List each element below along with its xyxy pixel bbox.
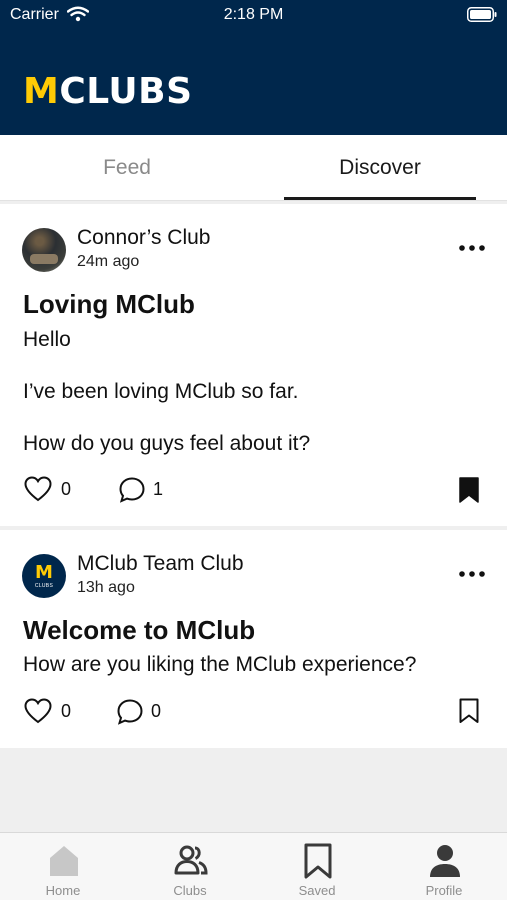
post-body-line: How do you guys feel about it? [23, 432, 311, 455]
app-logo: MCLUBS [23, 74, 193, 110]
logo-m: M [23, 71, 60, 112]
person-icon [430, 845, 460, 877]
nav-profile[interactable]: Profile [394, 833, 494, 900]
bottom-tab-bar: Home Clubs Saved Profile [0, 832, 507, 900]
heart-icon [24, 476, 52, 502]
tab-discover[interactable]: Discover [284, 135, 476, 201]
active-tab-indicator [284, 197, 476, 200]
post-title: Welcome to MClub [23, 615, 256, 645]
battery-icon [467, 7, 497, 22]
comment-button[interactable]: 0 [116, 698, 166, 726]
avatar-logo-text: CLUBS [34, 583, 54, 589]
post-card: M CLUBS MClub Team Club 13h ago Welcome … [0, 530, 507, 748]
comment-icon [119, 477, 145, 503]
comment-count: 0 [151, 701, 162, 721]
heart-icon [24, 698, 52, 724]
post-title: Loving MClub [23, 289, 195, 319]
bookmark-icon [304, 843, 332, 879]
like-button[interactable]: 0 [24, 698, 76, 726]
club-name[interactable]: MClub Team Club [77, 552, 244, 576]
like-count: 0 [61, 479, 72, 499]
home-icon [50, 846, 78, 876]
people-icon [174, 845, 208, 875]
club-name[interactable]: Connor’s Club [77, 226, 210, 250]
comment-count: 1 [153, 479, 164, 499]
nav-clubs[interactable]: Clubs [140, 833, 240, 900]
bookmark-filled-icon[interactable] [459, 477, 479, 503]
post-time: 24m ago [77, 253, 140, 270]
nav-clubs-label: Clubs [173, 883, 207, 898]
nav-home-label: Home [45, 883, 81, 898]
clock-label: 2:18 PM [223, 6, 284, 23]
bookmark-outline-icon[interactable] [459, 698, 479, 724]
like-button[interactable]: 0 [24, 476, 76, 504]
app-header: Carrier 2:18 PM MCLUBS [0, 0, 507, 135]
nav-profile-label: Profile [425, 883, 463, 898]
logo-text: CLUBS [59, 71, 193, 112]
more-options-icon[interactable] [458, 244, 486, 252]
post-body-line: I’ve been loving MClub so far. [23, 380, 299, 403]
avatar-logo-m: M [35, 562, 53, 583]
club-avatar[interactable]: M CLUBS [22, 554, 66, 598]
nav-saved-label: Saved [298, 883, 336, 898]
nav-saved[interactable]: Saved [267, 833, 367, 900]
feed-tabs: Feed Discover [0, 135, 507, 201]
post-card: Connor’s Club 24m ago Loving MClub Hello… [0, 204, 507, 526]
more-options-icon[interactable] [458, 570, 486, 578]
post-body-line: How are you liking the MClub experience? [23, 653, 417, 676]
nav-home[interactable]: Home [13, 833, 113, 900]
like-count: 0 [61, 701, 72, 721]
tab-feed[interactable]: Feed [31, 135, 223, 201]
comment-icon [117, 699, 143, 725]
comment-button[interactable]: 1 [118, 476, 168, 504]
club-avatar[interactable] [22, 228, 66, 272]
post-body-line: Hello [23, 328, 71, 351]
post-time: 13h ago [77, 579, 135, 596]
status-bar: Carrier 2:18 PM [0, 0, 507, 30]
